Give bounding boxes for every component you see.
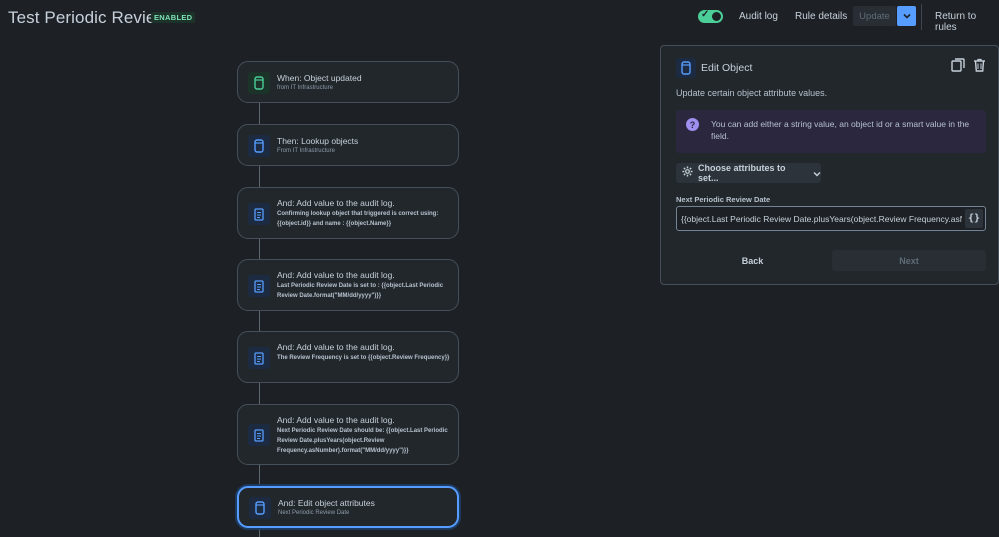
node-title: And: Add value to the audit log. <box>277 415 395 425</box>
flow-node-lookup[interactable]: Then: Lookup objects From IT Infrastruct… <box>237 124 459 166</box>
update-button[interactable]: Update <box>853 6 896 26</box>
next-button[interactable]: Next <box>832 250 986 271</box>
node-title: And: Add value to the audit log. <box>277 270 395 280</box>
audit-log-button[interactable]: Audit log <box>739 11 778 22</box>
flow-node-trigger[interactable]: When: Object updated from IT Infrastruct… <box>237 61 459 103</box>
back-button[interactable]: Back <box>676 250 829 271</box>
flow-node-audit-log[interactable]: And: Add value to the audit log. Last Pe… <box>237 259 459 311</box>
enabled-toggle[interactable]: ✓ <box>698 9 723 23</box>
page-title: Test Periodic Review <box>8 8 168 27</box>
node-description: Next Periodic Review Date should be: {{o… <box>277 428 448 454</box>
node-title: Then: Lookup objects <box>277 136 359 146</box>
audit-log-icon <box>248 347 270 369</box>
flow-node-audit-log[interactable]: And: Add value to the audit log. The Rev… <box>237 331 459 383</box>
update-dropdown-button[interactable] <box>897 6 916 26</box>
return-to-rules-button[interactable]: Return to rules <box>935 11 999 33</box>
flow-node-edit-object[interactable]: And: Edit object attributes Next Periodi… <box>237 486 459 528</box>
audit-log-icon <box>248 275 270 297</box>
toggle-knob <box>712 12 721 21</box>
node-subtitle: from IT Infrastructure <box>277 85 333 91</box>
audit-log-icon <box>248 424 270 446</box>
next-periodic-review-date-field: {} <box>676 206 986 231</box>
info-message: ? You can add either a string value, an … <box>676 110 986 153</box>
node-subtitle: From IT Infrastructure <box>277 148 335 154</box>
duplicate-icon[interactable] <box>951 58 965 77</box>
choose-attributes-dropdown[interactable]: Choose attributes to set... <box>676 163 821 183</box>
node-title: And: Edit object attributes <box>278 498 375 508</box>
trash-icon[interactable] <box>973 58 986 77</box>
chevron-down-icon <box>813 164 821 182</box>
gear-icon <box>682 164 693 182</box>
choose-attributes-label: Choose attributes to set... <box>698 163 786 183</box>
question-icon: ? <box>686 118 699 131</box>
node-title: When: Object updated <box>277 73 362 83</box>
object-icon <box>248 135 270 157</box>
flow-node-audit-log[interactable]: And: Add value to the audit log. Next Pe… <box>237 404 459 465</box>
smart-value-input[interactable] <box>677 207 962 230</box>
node-title: And: Add value to the audit log. <box>277 198 395 208</box>
status-badge: ENABLED <box>151 12 196 23</box>
panel-description: Update certain object attribute values. <box>676 88 828 98</box>
chevron-down-icon <box>902 13 911 19</box>
object-icon <box>676 58 696 78</box>
object-icon <box>249 497 271 519</box>
node-description: Confirming lookup object that triggered … <box>277 211 439 227</box>
panel-title: Edit Object <box>701 62 753 74</box>
check-icon: ✓ <box>701 9 710 20</box>
node-description: Last Periodic Review Date is set to : {{… <box>277 283 444 299</box>
header-divider <box>921 4 922 30</box>
flow-node-audit-log[interactable]: And: Add value to the audit log. Confirm… <box>237 187 459 239</box>
panel-actions <box>951 58 986 77</box>
smart-value-button[interactable]: {} <box>965 209 983 228</box>
audit-log-icon <box>248 203 270 225</box>
node-title: And: Add value to the audit log. <box>277 342 395 352</box>
info-text: You can add either a string value, an ob… <box>711 119 970 141</box>
object-icon <box>248 72 270 94</box>
node-description: The Review Frequency is set to {{object.… <box>277 355 450 361</box>
field-label: Next Periodic Review Date <box>676 195 771 204</box>
edit-object-panel: Edit Object Update certain object attrib… <box>660 45 999 285</box>
rule-details-button[interactable]: Rule details <box>795 11 847 22</box>
node-subtitle: Next Periodic Review Date <box>278 510 350 516</box>
